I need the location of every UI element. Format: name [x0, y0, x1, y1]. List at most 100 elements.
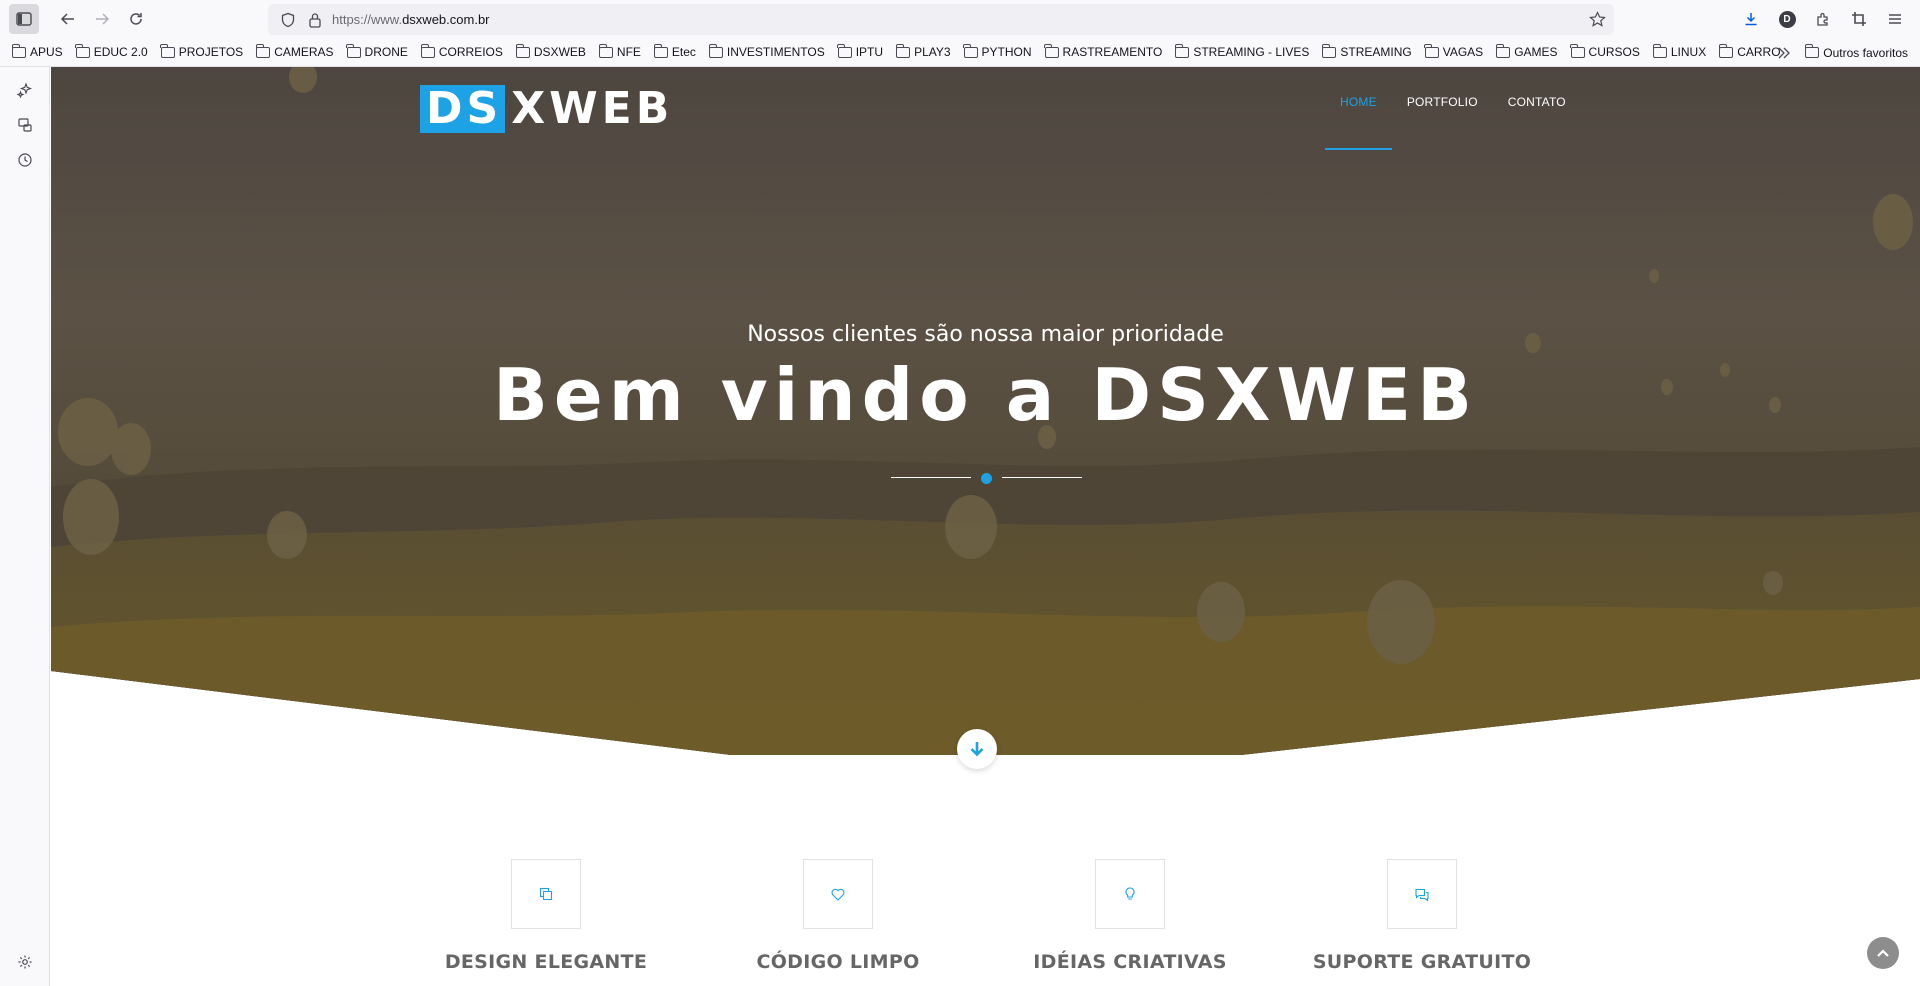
hero-title: Bem vindo a DSXWEB: [492, 353, 1478, 437]
browser-toolbar: https://www.dsxweb.com.br D: [0, 0, 1920, 38]
folder-icon: [1044, 43, 1059, 58]
bookmarks-bar: APUS EDUC 2.0 PROJETOS CAMERAS DRONE COR…: [0, 38, 1920, 67]
folder-icon: [1424, 43, 1439, 58]
main-nav: HOME PORTFOLIO CONTATO: [1325, 95, 1581, 150]
feature-title: IDÉIAS CRIATIVAS: [1033, 951, 1227, 973]
other-bookmarks[interactable]: Outros favoritos: [1804, 44, 1908, 60]
folder-icon: [75, 43, 90, 58]
feature-design: DESIGN ELEGANTE: [400, 859, 692, 973]
hero-subtitle: Nossos clientes são nossa maior priorida…: [747, 322, 1224, 347]
feature-ideias: IDÉIAS CRIATIVAS: [984, 859, 1276, 973]
chevron-double-right-icon[interactable]: [1777, 47, 1791, 59]
divider-dot: [981, 473, 992, 484]
bookmark-folder[interactable]: INVESTIMENTOS: [708, 43, 825, 59]
bookmark-folder[interactable]: EDUC 2.0: [75, 43, 148, 59]
folder-icon: [1175, 43, 1190, 58]
nav-portfolio[interactable]: PORTFOLIO: [1392, 95, 1493, 149]
folder-icon: [1652, 43, 1667, 58]
downloads-icon[interactable]: [1736, 4, 1766, 34]
chat-icon: [1414, 888, 1430, 901]
folder-icon: [708, 43, 723, 58]
divider-line-left: [891, 477, 971, 478]
bookmark-folder[interactable]: CAMERAS: [255, 43, 334, 59]
ai-sparkle-icon[interactable]: [14, 79, 36, 101]
back-to-top-button[interactable]: [1867, 937, 1899, 969]
menu-icon[interactable]: [1880, 4, 1910, 34]
folder-icon: [837, 43, 852, 58]
hero-section: DS XWEB HOME PORTFOLIO CONTATO Nossos cl…: [51, 67, 1920, 755]
folder-icon: [11, 43, 26, 58]
browser-sidebar: [0, 67, 50, 986]
back-icon[interactable]: [53, 4, 83, 34]
feature-icon-box: [1387, 859, 1457, 929]
account-icon[interactable]: D: [1772, 4, 1802, 34]
heart-icon: [831, 888, 845, 901]
bookmark-folder[interactable]: IPTU: [837, 43, 883, 59]
folder-icon: [515, 43, 530, 58]
web-page: DS XWEB HOME PORTFOLIO CONTATO Nossos cl…: [51, 67, 1920, 986]
scroll-down-button[interactable]: [957, 729, 997, 769]
bookmark-folder[interactable]: CARRO: [1718, 43, 1781, 59]
logo-ds: DS: [420, 85, 506, 133]
folder-icon: [895, 43, 911, 58]
bookmark-folder[interactable]: Etec: [653, 43, 696, 59]
feature-title: SUPORTE GRATUITO: [1312, 951, 1532, 973]
folder-icon: [255, 43, 271, 58]
bookmark-folder[interactable]: DSXWEB: [515, 43, 586, 59]
folder-icon: [1495, 43, 1511, 58]
feature-title: DESIGN ELEGANTE: [444, 951, 648, 973]
bookmark-folder[interactable]: PYTHON: [963, 43, 1032, 59]
synced-tabs-icon[interactable]: [14, 114, 36, 136]
folder-icon: [963, 43, 978, 58]
folder-icon: [598, 43, 613, 58]
url-text[interactable]: https://www.dsxweb.com.br: [332, 12, 490, 27]
feature-icon-box: [1095, 859, 1165, 929]
bookmark-folder[interactable]: GAMES: [1495, 43, 1558, 59]
bookmark-star-icon[interactable]: [1589, 11, 1606, 28]
nav-home[interactable]: HOME: [1325, 95, 1392, 150]
bookmark-folder[interactable]: LINUX: [1652, 43, 1706, 59]
folder-icon: [420, 43, 435, 58]
divider-line-right: [1002, 477, 1082, 478]
bookmark-folder[interactable]: RASTREAMENTO: [1044, 43, 1162, 59]
bookmark-folder[interactable]: NFE: [598, 43, 641, 59]
profile-avatar: D: [1778, 10, 1796, 28]
gear-icon[interactable]: [14, 951, 36, 973]
bookmark-folder[interactable]: CURSOS: [1570, 43, 1640, 59]
crop-screenshot-icon[interactable]: [1844, 4, 1874, 34]
bookmark-folder[interactable]: APUS: [11, 43, 63, 59]
feature-icon-box: [803, 859, 873, 929]
folder-icon: [1804, 44, 1820, 58]
chevron-up-icon: [1876, 948, 1890, 958]
folder-icon: [1322, 43, 1337, 58]
reload-icon[interactable]: [121, 4, 151, 34]
extensions-icon[interactable]: [1808, 4, 1838, 34]
history-icon[interactable]: [14, 149, 36, 171]
bookmark-folder[interactable]: VAGAS: [1424, 43, 1483, 59]
folder-icon: [1570, 43, 1585, 58]
folder-icon: [346, 43, 361, 58]
folder-icon: [160, 43, 175, 58]
hero-divider: [891, 472, 1082, 484]
feature-title: CÓDIGO LIMPO: [756, 951, 920, 973]
site-logo[interactable]: DS XWEB: [420, 85, 673, 133]
logo-xweb: XWEB: [511, 83, 674, 134]
feature-suporte: SUPORTE GRATUITO: [1276, 859, 1568, 973]
feature-codigo: CÓDIGO LIMPO: [692, 859, 984, 973]
tracking-protection-icon[interactable]: [280, 12, 296, 28]
bookmark-folder[interactable]: DRONE: [346, 43, 408, 59]
feature-icon-box: [511, 859, 581, 929]
bookmark-folder[interactable]: PLAY3: [895, 43, 951, 59]
nav-contato[interactable]: CONTATO: [1493, 95, 1581, 149]
forward-icon[interactable]: [87, 4, 117, 34]
arrow-down-icon: [968, 740, 986, 758]
bookmark-folder[interactable]: STREAMING: [1322, 43, 1412, 59]
url-bar[interactable]: https://www.dsxweb.com.br: [268, 4, 1614, 35]
bookmark-folder[interactable]: CORREIOS: [420, 43, 503, 59]
lightbulb-icon: [1125, 887, 1135, 901]
sidebar-toggle-icon[interactable]: [9, 4, 39, 34]
bookmark-folder[interactable]: STREAMING - LIVES: [1175, 43, 1309, 59]
bookmark-folder[interactable]: PROJETOS: [160, 43, 243, 59]
lock-icon[interactable]: [308, 12, 322, 28]
folder-icon: [653, 43, 668, 58]
